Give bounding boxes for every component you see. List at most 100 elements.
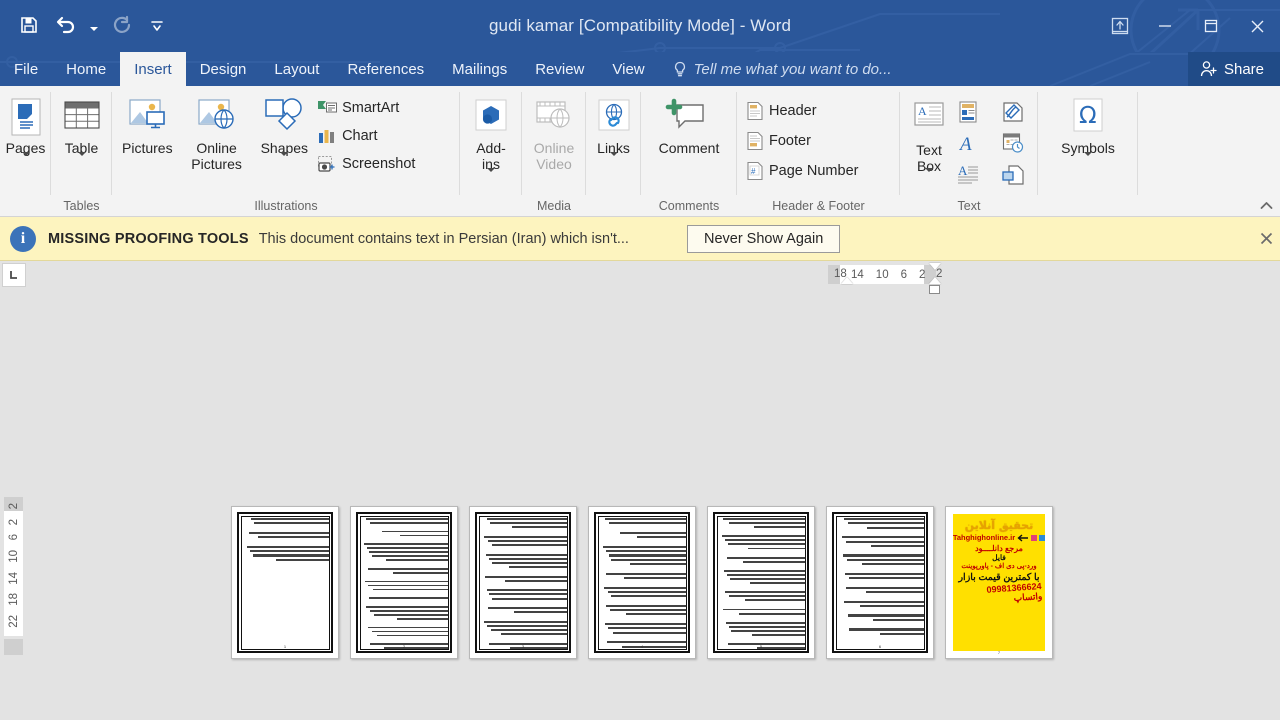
collapse-ribbon-button[interactable] (1256, 196, 1276, 214)
tab-layout[interactable]: Layout (260, 52, 333, 86)
online-video-label: Online Video (533, 140, 575, 172)
tab-home[interactable]: Home (52, 52, 120, 86)
page-number-label: 6 (878, 644, 882, 649)
page-thumbnail-3[interactable]: 3 (469, 506, 577, 659)
chart-label: Chart (342, 128, 378, 144)
screenshot-button[interactable]: Screenshot (313, 151, 426, 177)
pages-icon (5, 94, 47, 140)
online-video-button[interactable]: Online Video (527, 91, 581, 172)
ruler-number: 10 (875, 268, 889, 281)
right-indent-top-marker[interactable] (929, 263, 941, 270)
drop-cap-icon[interactable]: A (953, 160, 983, 188)
chart-button[interactable]: Chart (313, 123, 426, 149)
page-thumbnails: 1 2 3 4 5 6 تحقیق آنلاین Tahghighonline.… (231, 506, 1053, 659)
page-thumbnail-2[interactable]: 2 (350, 506, 458, 659)
addins-dropdown-icon[interactable] (487, 168, 495, 188)
left-indent-box-marker[interactable] (929, 285, 940, 294)
ribbon-tab-bar: File Home Insert Design Layout Reference… (0, 52, 1280, 86)
online-pictures-button[interactable]: Online Pictures (178, 91, 256, 172)
page-number-label: 3 (521, 644, 525, 649)
page-thumbnail-7[interactable]: تحقیق آنلاین Tahghighonline.ir مرجع دانل… (945, 506, 1053, 659)
first-line-indent-marker[interactable] (841, 277, 853, 284)
comment-button[interactable]: Comment (654, 91, 725, 156)
page-thumbnail-4[interactable]: 4 (588, 506, 696, 659)
tab-view[interactable]: View (598, 52, 658, 86)
ad-phone: 09981366624 واتساپ (986, 581, 1043, 603)
shapes-dropdown-icon[interactable] (280, 152, 289, 172)
tab-references[interactable]: References (333, 52, 438, 86)
footer-label: Footer (769, 133, 811, 149)
shapes-icon (261, 94, 307, 140)
page-content-lines (478, 516, 568, 649)
text-box-dropdown-icon[interactable] (925, 168, 933, 188)
vertical-ruler[interactable]: 2 6 10 14 18 22 (4, 511, 23, 636)
restore-button[interactable] (1188, 0, 1234, 52)
tell-me-label: Tell me what you want to do... (693, 60, 892, 78)
table-dropdown-icon[interactable] (77, 152, 86, 172)
footer-icon (747, 131, 763, 151)
tab-file[interactable]: File (0, 52, 52, 86)
table-button[interactable]: Table (56, 91, 107, 172)
tab-label: References (347, 60, 425, 78)
text-mini-row-3: A (953, 159, 1041, 189)
document-workspace[interactable]: 14 10 6 2 18 2 2 6 10 14 18 22 2 1 2 3 4… (0, 261, 1280, 720)
page-thumbnail-6[interactable]: 6 (826, 506, 934, 659)
illustrations-small-buttons: SmartArt Chart Screenshot (313, 91, 426, 177)
tab-mailings[interactable]: Mailings (438, 52, 521, 86)
pages-button[interactable]: Pages (2, 91, 50, 172)
svg-text:A: A (958, 163, 968, 178)
minimize-button[interactable] (1142, 0, 1188, 52)
tab-label: View (612, 60, 645, 78)
symbols-group: Ω Symbols (1038, 86, 1138, 217)
text-box-button[interactable]: A Text Box (905, 91, 953, 188)
notification-message: This document contains text in Persian (… (258, 230, 629, 247)
page-thumbnail-1[interactable]: 1 (231, 506, 339, 659)
close-notification-icon[interactable] (1254, 227, 1278, 251)
tab-insert[interactable]: Insert (120, 52, 186, 86)
header-button[interactable]: Header (742, 98, 869, 124)
notification-title: MISSING PROOFING TOOLS (48, 230, 249, 247)
close-button[interactable] (1234, 0, 1280, 52)
symbols-button[interactable]: Ω Symbols (1056, 91, 1120, 172)
ribbon-display-options-icon[interactable] (1098, 0, 1142, 52)
date-time-icon[interactable] (998, 129, 1028, 157)
online-pictures-label: Online Pictures (191, 140, 242, 172)
header-icon (747, 101, 763, 121)
never-show-again-label: Never Show Again (703, 230, 824, 247)
wordart-icon[interactable]: A (953, 129, 983, 157)
comments-group: Comment Comments (641, 86, 737, 217)
footer-button[interactable]: Footer (742, 128, 869, 154)
tell-me-search[interactable]: Tell me what you want to do... (659, 52, 892, 86)
tab-review[interactable]: Review (521, 52, 598, 86)
shapes-button[interactable]: Shapes (256, 91, 313, 172)
vertical-scroll-stub[interactable] (4, 639, 23, 655)
text-group: A Text Box A A Text (900, 86, 1038, 217)
signature-line-icon[interactable] (998, 98, 1028, 126)
ad-title: تحقیق آنلاین (964, 519, 1034, 532)
links-button[interactable]: Links (590, 91, 638, 172)
pages-dropdown-icon[interactable] (21, 152, 30, 172)
addins-group-label (460, 199, 522, 217)
header-footer-group: Header Footer # Page Number Header & Foo… (737, 86, 900, 217)
tab-label: Layout (274, 60, 320, 78)
title-bar: gudi kamar [Compatibility Mode] - Word (0, 0, 1280, 52)
page-number-button[interactable]: # Page Number (742, 158, 869, 184)
pages-group-label (0, 199, 51, 217)
vruler-number: 6 (7, 534, 20, 541)
right-indent-bottom-marker[interactable] (929, 277, 941, 284)
tab-stop-left-icon[interactable] (2, 263, 26, 287)
addins-button[interactable]: Add-ins (465, 91, 517, 188)
pictures-button[interactable]: Pictures (117, 91, 178, 156)
symbols-dropdown-icon[interactable] (1084, 152, 1092, 172)
object-icon[interactable] (998, 160, 1028, 188)
page-number-label: Page Number (769, 163, 859, 179)
links-dropdown-icon[interactable] (609, 152, 618, 172)
page-thumbnail-5[interactable]: 5 (707, 506, 815, 659)
smartart-button[interactable]: SmartArt (313, 95, 426, 121)
page-content-lines (835, 516, 925, 649)
links-icon (594, 94, 634, 140)
quick-parts-icon[interactable] (953, 98, 983, 126)
tab-design[interactable]: Design (186, 52, 261, 86)
share-button[interactable]: Share (1187, 52, 1280, 86)
never-show-again-button[interactable]: Never Show Again (686, 224, 841, 253)
